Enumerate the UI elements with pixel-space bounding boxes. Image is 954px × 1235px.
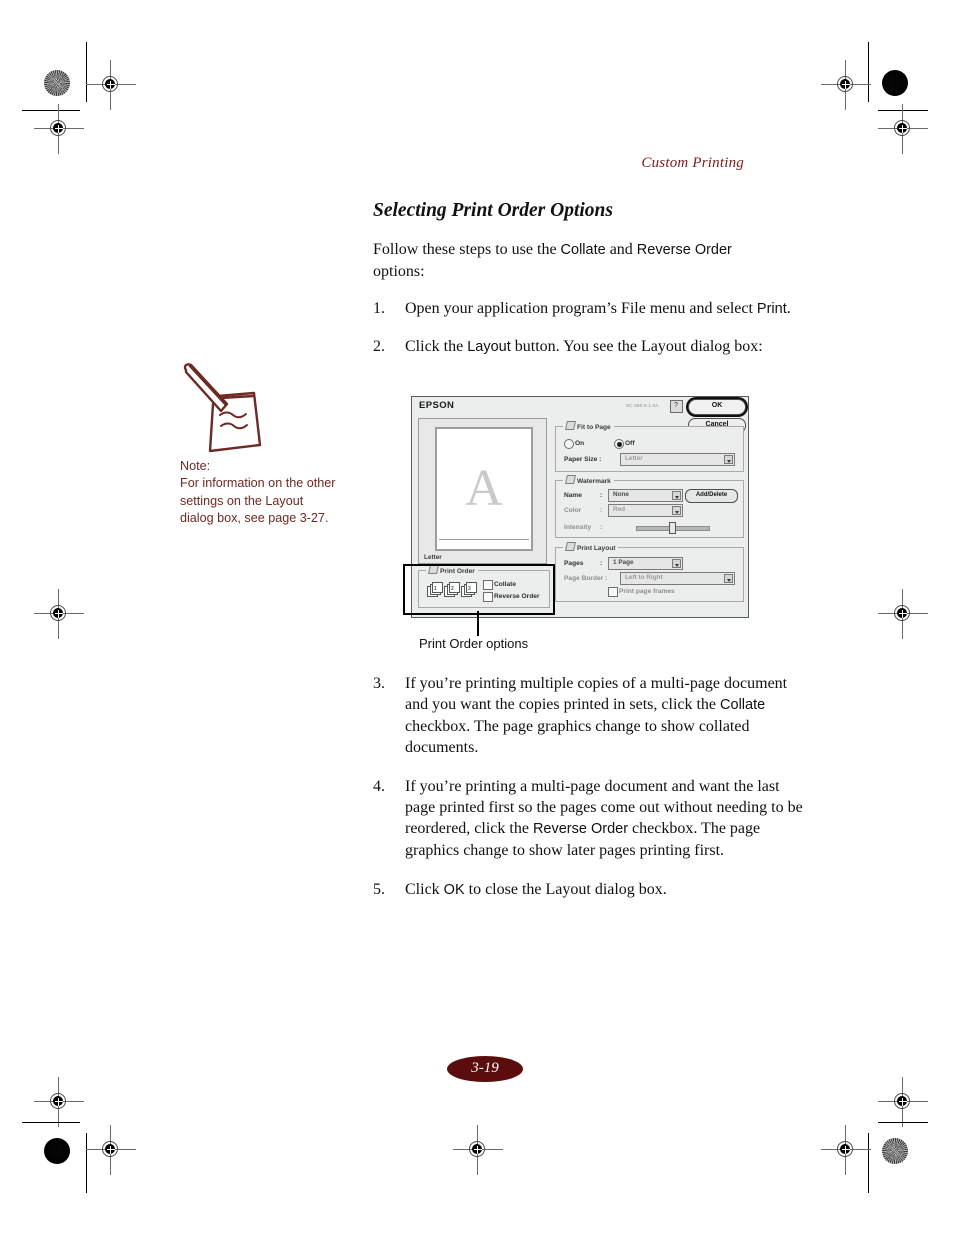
spacer xyxy=(373,758,803,776)
intro-paragraph: Follow these steps to use the Collate an… xyxy=(373,239,793,282)
watermark-group: Watermark Name : None Add/Delete Color :… xyxy=(555,475,744,538)
preview-paper-footer xyxy=(439,539,529,547)
driver-version-text: SC 050.5.1.0A xyxy=(626,403,659,408)
note-pencil-icon xyxy=(180,360,275,455)
watermark-caption-text: Watermark xyxy=(577,478,611,485)
help-glyph: ? xyxy=(674,402,678,409)
step-text-b: . xyxy=(786,300,791,317)
help-icon[interactable]: ? xyxy=(670,400,683,413)
page-border-label: Page Border : xyxy=(564,575,608,582)
spacer xyxy=(373,320,803,336)
watermark-caption: Watermark xyxy=(563,475,614,485)
intro-ui-collate: Collate xyxy=(560,242,606,258)
note-label: Note: xyxy=(180,459,211,473)
page-preview: A Letter xyxy=(418,418,547,564)
step-number: 2. xyxy=(373,338,385,355)
chevron-down-icon xyxy=(724,455,733,464)
callout-label: Print Order options xyxy=(419,636,529,651)
watermark-name-select[interactable]: None xyxy=(608,489,683,502)
page-number-badge: 3-19 xyxy=(447,1056,523,1082)
intro-ui-reverse-order: Reverse Order xyxy=(636,242,732,258)
list-item: 1. Open your application program’s File m… xyxy=(373,298,803,320)
spacer xyxy=(373,861,803,879)
paper-size-value: Letter xyxy=(625,455,643,462)
note-body: For information on the other settings on… xyxy=(180,476,336,526)
step-text-b: to close the Layout dialog box. xyxy=(464,881,667,898)
watermark-name-label: Name xyxy=(564,492,582,499)
intensity-slider-knob[interactable] xyxy=(669,522,676,534)
fit-to-page-caption-text: Fit to Page xyxy=(577,424,611,431)
intro-text-mid: and xyxy=(605,241,637,258)
preview-paper-label: Letter xyxy=(424,554,442,561)
preview-letter-a: A xyxy=(465,460,503,517)
print-layout-icon xyxy=(565,542,576,551)
print-layout-group: Print Layout Pages : 1 Page Page Border … xyxy=(555,542,744,602)
page-title: Selecting Print Order Options xyxy=(373,200,613,221)
list-item: 4. If you’re printing a multi-page docume… xyxy=(373,776,803,861)
pages-value: 1 Page xyxy=(613,559,634,566)
steps-list-bottom: 3. If you’re printing multiple copies of … xyxy=(373,673,803,901)
chevron-down-icon xyxy=(672,506,681,515)
steps-list-top: 1. Open your application program’s File m… xyxy=(373,298,803,358)
step-ui-term: OK xyxy=(443,882,465,898)
print-page-frames-checkbox[interactable] xyxy=(608,587,618,597)
watermark-icon xyxy=(565,475,576,484)
print-page-frames-label: Print page frames xyxy=(619,588,675,595)
watermark-name-value: None xyxy=(613,491,629,498)
chevron-down-icon xyxy=(672,491,681,500)
chevron-down-icon xyxy=(672,559,681,568)
watermark-name-separator: : xyxy=(600,492,603,499)
intro-text-b: options: xyxy=(373,263,425,280)
step-number: 4. xyxy=(373,778,385,795)
add-delete-button[interactable]: Add/Delete xyxy=(685,489,738,503)
watermark-color-label: Color xyxy=(564,507,582,514)
pages-select[interactable]: 1 Page xyxy=(608,557,683,570)
step-text-a: Click the xyxy=(405,338,468,355)
step-number: 3. xyxy=(373,675,385,692)
note-block: Note: For information on the other setti… xyxy=(180,458,340,528)
step-ui-term: Collate xyxy=(720,697,766,713)
pages-separator: : xyxy=(600,560,603,567)
step-number: 1. xyxy=(373,300,385,317)
callout-box xyxy=(403,564,555,615)
step-text-a: Open your application program’s File men… xyxy=(405,300,757,317)
step-ui-term: Reverse Order xyxy=(532,821,629,837)
page-border-value: Left to Right xyxy=(625,574,663,581)
step-number: 5. xyxy=(373,881,385,898)
fit-off-label: Off xyxy=(625,440,635,447)
list-item: 3. If you’re printing multiple copies of … xyxy=(373,673,803,758)
step-text-b: checkbox. The page graphics change to sh… xyxy=(405,718,750,756)
watermark-color-value: Red xyxy=(613,506,626,513)
list-item: 5. Click OK to close the Layout dialog bo… xyxy=(373,879,803,901)
step-text-b: button. You see the Layout dialog box: xyxy=(510,338,763,355)
fit-off-radio[interactable] xyxy=(614,439,624,449)
watermark-color-select[interactable]: Red xyxy=(608,504,683,517)
preview-paper: A xyxy=(435,427,533,551)
print-layout-caption: Print Layout xyxy=(563,542,619,552)
callout-leader-line xyxy=(477,611,479,636)
print-layout-caption-text: Print Layout xyxy=(577,545,616,552)
paper-size-label: Paper Size : xyxy=(564,456,602,463)
fit-to-page-caption: Fit to Page xyxy=(563,421,614,431)
watermark-intensity-label: Intensity xyxy=(564,524,592,531)
page-border-select[interactable]: Left to Right xyxy=(620,572,735,585)
list-item: 2. Click the Layout button. You see the L… xyxy=(373,336,803,358)
epson-logo: EPSON xyxy=(419,400,455,411)
page-number-text: 3-19 xyxy=(471,1060,499,1076)
watermark-color-separator: : xyxy=(600,507,603,514)
step-ui-term: Layout xyxy=(467,339,511,355)
fit-on-label: On xyxy=(575,440,585,447)
chevron-down-icon xyxy=(724,574,733,583)
running-head: Custom Printing xyxy=(641,155,744,171)
ok-button[interactable]: OK xyxy=(688,399,746,415)
fit-to-page-group: Fit to Page On Off Paper Size : Letter xyxy=(555,421,744,472)
paper-size-select[interactable]: Letter xyxy=(620,453,735,466)
fit-to-page-icon xyxy=(565,421,576,430)
step-text-a: Click xyxy=(405,881,444,898)
intro-text-a: Follow these steps to use the xyxy=(373,241,561,258)
watermark-intensity-separator: : xyxy=(600,524,603,531)
pages-label: Pages xyxy=(564,560,584,567)
fit-on-radio[interactable] xyxy=(564,439,574,449)
step-ui-term: Print xyxy=(756,301,787,317)
